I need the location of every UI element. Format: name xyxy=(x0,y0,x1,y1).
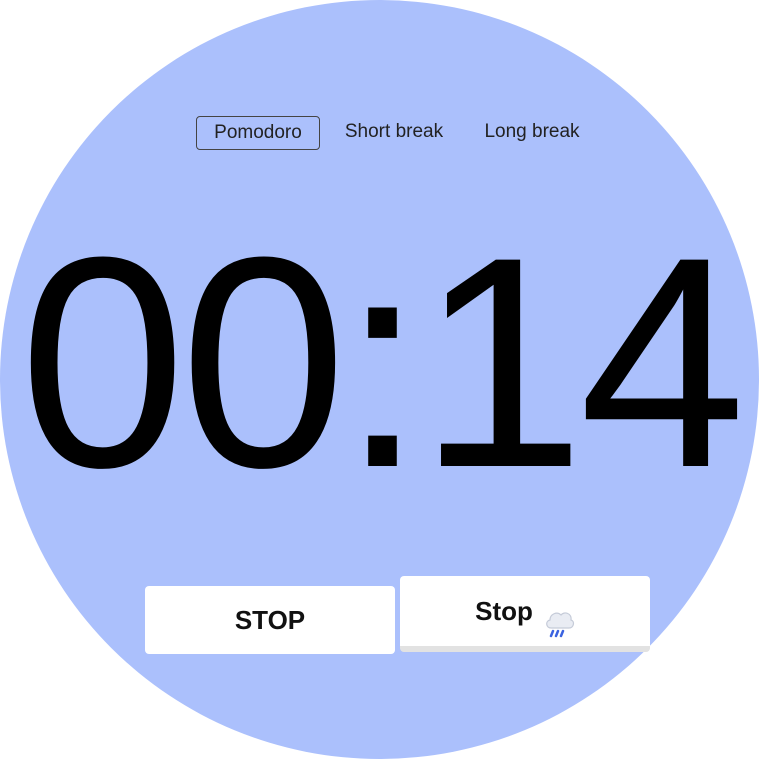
tab-pomodoro[interactable]: Pomodoro xyxy=(196,116,320,150)
stop-weather-button[interactable]: Stop xyxy=(400,576,650,652)
tab-long-break[interactable]: Long break xyxy=(472,116,592,150)
stop-button[interactable]: STOP xyxy=(145,586,395,654)
app-root: Pomodoro Short break Long break 00:14 ST… xyxy=(0,0,759,759)
tab-short-break[interactable]: Short break xyxy=(334,116,454,150)
stop-weather-button-label: Stop xyxy=(475,596,533,626)
rain-cloud-icon xyxy=(543,594,575,638)
mode-tabs: Pomodoro Short break Long break xyxy=(0,116,759,150)
timer-display: 00:14 xyxy=(19,194,746,530)
